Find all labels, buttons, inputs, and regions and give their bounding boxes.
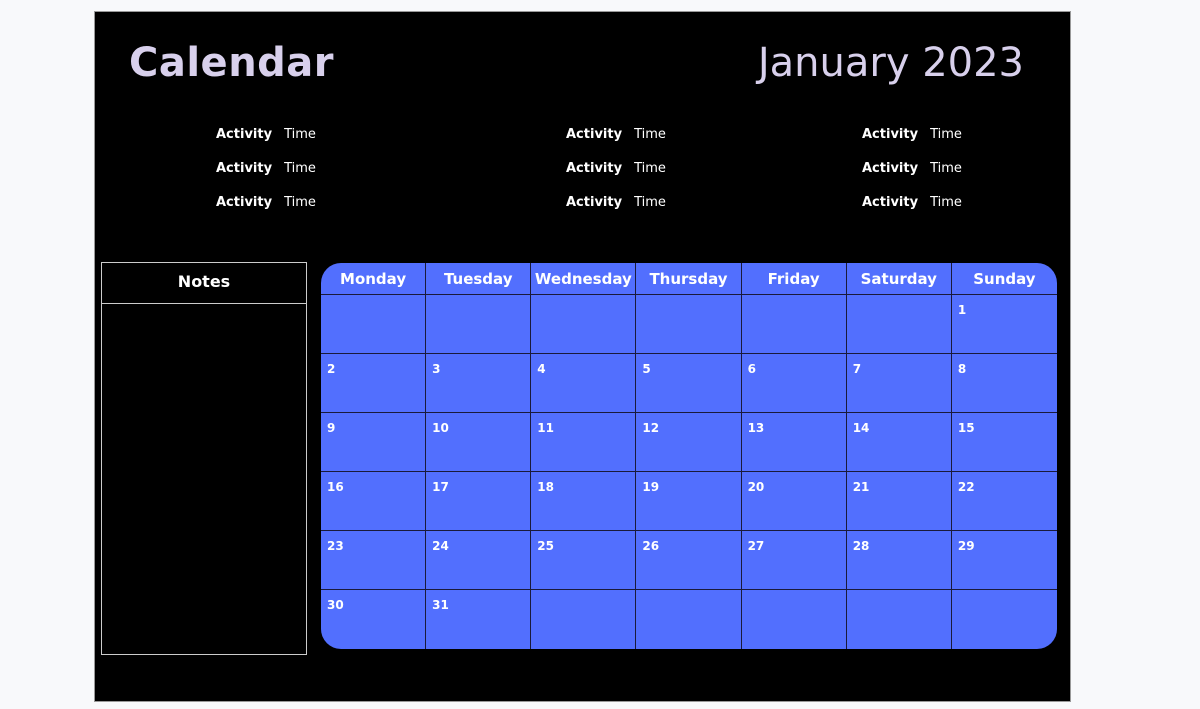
day-cell[interactable]: 2 bbox=[321, 354, 427, 413]
day-cell[interactable]: 5 bbox=[636, 354, 742, 413]
day-cell[interactable] bbox=[321, 295, 427, 354]
day-cell[interactable] bbox=[952, 590, 1057, 649]
activity-item: Activity Time bbox=[566, 195, 666, 210]
activity-label: Activity bbox=[566, 161, 623, 176]
day-cell[interactable]: 28 bbox=[846, 531, 952, 590]
activity-item: Activity Time bbox=[566, 127, 666, 142]
day-cell[interactable]: 8 bbox=[951, 354, 1057, 413]
day-cell[interactable]: 21 bbox=[846, 472, 952, 531]
activity-item: Activity Time bbox=[862, 161, 962, 176]
calendar-page: Calendar January 2023 Activity Time Activi… bbox=[94, 11, 1071, 702]
day-cell[interactable]: 14 bbox=[846, 413, 952, 472]
day-cell[interactable]: 12 bbox=[636, 413, 742, 472]
day-cell[interactable] bbox=[426, 295, 532, 354]
activity-label: Activity bbox=[216, 161, 273, 176]
day-cell[interactable]: 13 bbox=[741, 413, 847, 472]
day-cell[interactable]: 4 bbox=[531, 354, 637, 413]
day-cell[interactable] bbox=[846, 295, 952, 354]
day-cell[interactable]: 26 bbox=[636, 531, 742, 590]
day-cell[interactable]: 16 bbox=[321, 472, 427, 531]
activity-label: Activity bbox=[862, 127, 919, 142]
activity-time: Time bbox=[284, 195, 316, 210]
activity-time: Time bbox=[930, 161, 962, 176]
activity-label: Activity bbox=[566, 195, 623, 210]
day-cell[interactable]: 25 bbox=[531, 531, 637, 590]
activity-time: Time bbox=[284, 161, 316, 176]
activity-time: Time bbox=[634, 195, 666, 210]
weekday-header: Saturday bbox=[846, 263, 952, 295]
day-cell[interactable]: 11 bbox=[531, 413, 637, 472]
day-cell[interactable]: 18 bbox=[531, 472, 637, 531]
activity-item: Activity Time bbox=[216, 127, 316, 142]
day-cell[interactable]: 6 bbox=[741, 354, 847, 413]
activity-time: Time bbox=[284, 127, 316, 142]
activity-item: Activity Time bbox=[216, 195, 316, 210]
day-cell[interactable] bbox=[847, 590, 952, 649]
page-title: Calendar bbox=[129, 40, 335, 86]
day-cell[interactable] bbox=[742, 590, 847, 649]
activity-label: Activity bbox=[862, 195, 919, 210]
day-cell[interactable]: 24 bbox=[426, 531, 532, 590]
day-cell[interactable] bbox=[741, 295, 847, 354]
weekday-header: Thursday bbox=[636, 263, 742, 295]
day-cell[interactable]: 20 bbox=[741, 472, 847, 531]
weekday-header: Monday bbox=[321, 263, 427, 295]
day-cell[interactable]: 10 bbox=[426, 413, 532, 472]
day-cell[interactable] bbox=[531, 590, 637, 649]
activity-item: Activity Time bbox=[216, 161, 316, 176]
activity-time: Time bbox=[930, 195, 962, 210]
weekday-header: Tuesday bbox=[426, 263, 532, 295]
activity-label: Activity bbox=[862, 161, 919, 176]
day-cell[interactable]: 29 bbox=[951, 531, 1057, 590]
day-cell[interactable]: 27 bbox=[741, 531, 847, 590]
day-cell[interactable] bbox=[636, 295, 742, 354]
weekday-header: Friday bbox=[741, 263, 847, 295]
day-cell[interactable]: 30 bbox=[321, 590, 427, 649]
day-cell[interactable]: 23 bbox=[321, 531, 427, 590]
activity-item: Activity Time bbox=[566, 161, 666, 176]
day-cell[interactable] bbox=[531, 295, 637, 354]
day-cell[interactable]: 15 bbox=[951, 413, 1057, 472]
day-cell[interactable]: 1 bbox=[951, 295, 1057, 354]
notes-panel: Notes bbox=[101, 262, 307, 655]
month-title: January 2023 bbox=[757, 40, 1024, 86]
day-cell[interactable]: 3 bbox=[426, 354, 532, 413]
activity-label: Activity bbox=[216, 127, 273, 142]
day-cell[interactable] bbox=[636, 590, 742, 649]
activity-item: Activity Time bbox=[862, 195, 962, 210]
weekday-header: Sunday bbox=[951, 263, 1057, 295]
day-cell[interactable]: 7 bbox=[846, 354, 952, 413]
day-cell[interactable]: 9 bbox=[321, 413, 427, 472]
weekday-header: Wednesday bbox=[531, 263, 637, 295]
notes-title: Notes bbox=[102, 263, 306, 304]
activity-time: Time bbox=[634, 161, 666, 176]
activity-label: Activity bbox=[216, 195, 273, 210]
day-cell[interactable]: 19 bbox=[636, 472, 742, 531]
activity-item: Activity Time bbox=[862, 127, 962, 142]
day-cell[interactable]: 31 bbox=[426, 590, 532, 649]
day-cell[interactable]: 22 bbox=[951, 472, 1057, 531]
activity-time: Time bbox=[930, 127, 962, 142]
activity-label: Activity bbox=[566, 127, 623, 142]
day-cell[interactable]: 17 bbox=[426, 472, 532, 531]
calendar-grid: Monday Tuesday Wednesday Thursday Friday Satu… bbox=[321, 263, 1057, 649]
activity-time: Time bbox=[634, 127, 666, 142]
